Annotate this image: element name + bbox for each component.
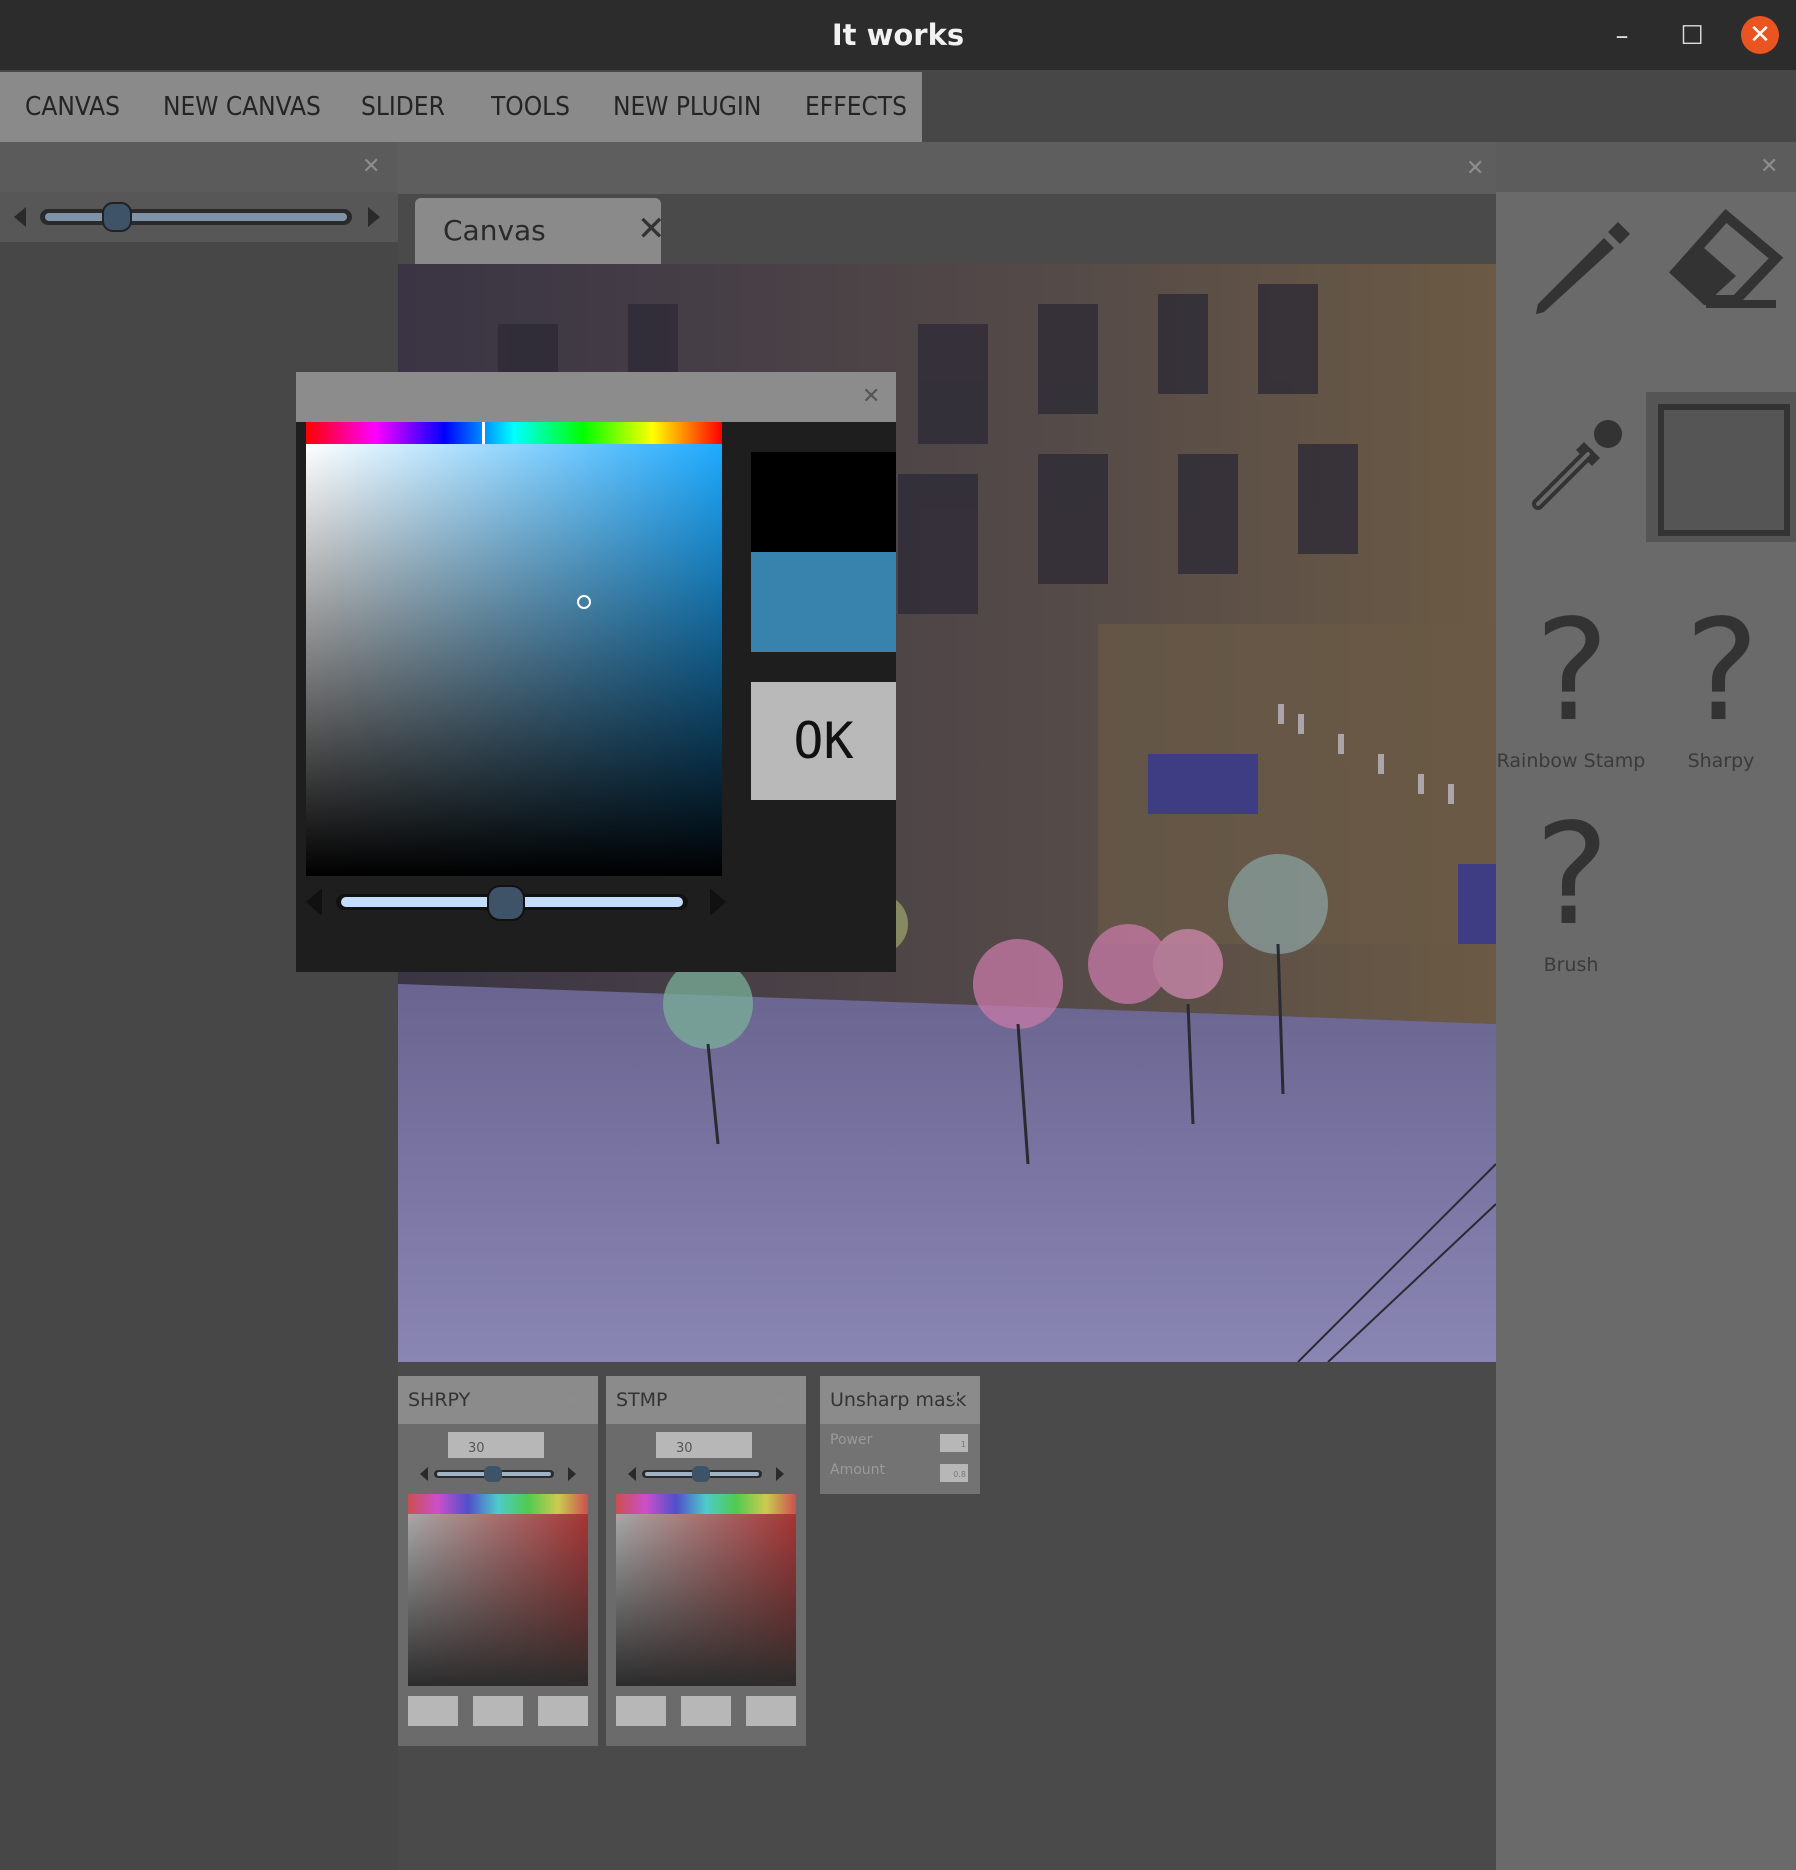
plugin-panel-shrpy: SHRPY ✕ 30 [398,1376,598,1746]
rectangle-tool-selected[interactable] [1646,392,1796,542]
swatch-box[interactable] [538,1696,588,1726]
plugin-title: Unsharp mask [830,1389,967,1411]
title-bar: It works – ☐ ✕ [0,0,1796,70]
sv-marker[interactable] [577,595,591,609]
plugin-title: SHRPY [408,1389,471,1411]
menu-item-canvas[interactable]: CANVAS [25,72,120,142]
tab-close-icon[interactable]: ✕ [637,212,666,246]
plugin-panel-stmp: STMP ✕ 30 [606,1376,806,1746]
close-window-button[interactable]: ✕ [1741,16,1779,54]
tool-label: Rainbow Stamp [1496,750,1646,772]
menu-item-slider[interactable]: SLIDER [361,72,445,142]
plugin-slider[interactable] [626,1462,786,1486]
amount-field[interactable]: 0.8 [940,1464,968,1482]
menu-item-new-canvas[interactable]: NEW CANVAS [163,72,321,142]
color-picker-dialog: ✕ OK [296,372,896,972]
canvas-panel-header: ✕ [398,142,1496,194]
maximize-button[interactable]: ☐ [1670,14,1714,58]
swatch-box[interactable] [681,1696,731,1726]
menu-bar: CANVAS NEW CANVAS SLIDER TOOLS NEW PLUGI… [0,72,922,142]
minimize-button[interactable]: – [1600,14,1644,58]
tab-canvas[interactable]: Canvas ✕ [415,198,666,264]
slider-thumb [487,885,525,921]
plugin-header: SHRPY ✕ [398,1376,598,1424]
eyedropper-icon[interactable] [1522,412,1632,522]
plugin-slider[interactable] [418,1462,578,1486]
eraser-icon[interactable] [1666,208,1786,318]
left-panel-header: ✕ [0,142,398,192]
swatch-box[interactable] [473,1696,523,1726]
sv-gradient [306,444,722,876]
menu-item-new-plugin[interactable]: NEW PLUGIN [613,72,761,142]
left-slider-row [0,192,398,242]
plugin-panel-unsharp-mask: Unsharp mask ✕ Power 1 Amount 0.8 [820,1376,980,1494]
hue-marker[interactable] [482,422,485,444]
close-icon[interactable]: ✕ [564,1390,579,1412]
field-label: Amount [830,1462,886,1478]
saturation-value-square[interactable] [306,444,722,876]
swatch-box[interactable] [408,1696,458,1726]
swatch-box[interactable] [746,1696,796,1726]
hue-strip[interactable] [616,1494,796,1514]
plugin-header: Unsharp mask ✕ [820,1376,980,1424]
color-square[interactable] [616,1514,796,1686]
hue-strip[interactable] [408,1494,588,1514]
power-field[interactable]: 1 [940,1434,968,1452]
slider-left-arrow-icon [306,888,322,916]
dialog-header: ✕ [296,372,896,422]
swatch-box[interactable] [616,1696,666,1726]
tool-label: Brush [1543,954,1599,976]
question-mark-icon[interactable]: ? [1666,602,1778,742]
menu-item-effects[interactable]: EFFECTS [805,72,907,142]
close-icon[interactable]: ✕ [862,386,880,408]
previous-color-swatch [751,452,896,552]
left-slider[interactable] [0,192,398,242]
menu-bar-empty [922,72,1796,142]
plugin-header: STMP ✕ [606,1376,806,1424]
close-icon[interactable]: ✕ [1466,158,1484,180]
tool-label: Sharpy [1687,750,1755,772]
question-mark-icon[interactable]: ? [1516,602,1628,742]
value-field[interactable]: 30 [656,1432,752,1458]
slider-left-arrow-icon [14,207,26,227]
menu-item-tools[interactable]: TOOLS [491,72,570,142]
rectangle-icon [1658,404,1790,536]
field-label: Power [830,1432,873,1448]
question-mark-icon[interactable]: ? [1516,806,1628,946]
close-icon[interactable]: ✕ [948,1390,963,1412]
pencil-icon[interactable] [1526,212,1636,322]
slider-right-arrow-icon [710,888,726,916]
close-icon[interactable]: ✕ [362,156,380,178]
tab-canvas-label: Canvas [443,214,546,247]
tools-panel-header: ✕ [1496,142,1796,192]
color-square[interactable] [408,1514,588,1686]
ok-button[interactable]: OK [751,682,896,800]
plugin-title: STMP [616,1389,668,1411]
value-field[interactable]: 30 [448,1432,544,1458]
close-icon[interactable]: ✕ [1760,156,1778,178]
dialog-slider[interactable] [304,880,728,924]
window-title: It works [831,18,965,52]
close-icon[interactable]: ✕ [772,1390,787,1412]
tools-panel: ✕ ? Rainbow Stamp ? Sharpy ? Brush [1496,142,1796,1870]
hue-strip[interactable] [306,422,722,444]
slider-right-arrow-icon [368,207,380,227]
slider-thumb [102,202,132,232]
current-color-swatch [751,552,896,652]
